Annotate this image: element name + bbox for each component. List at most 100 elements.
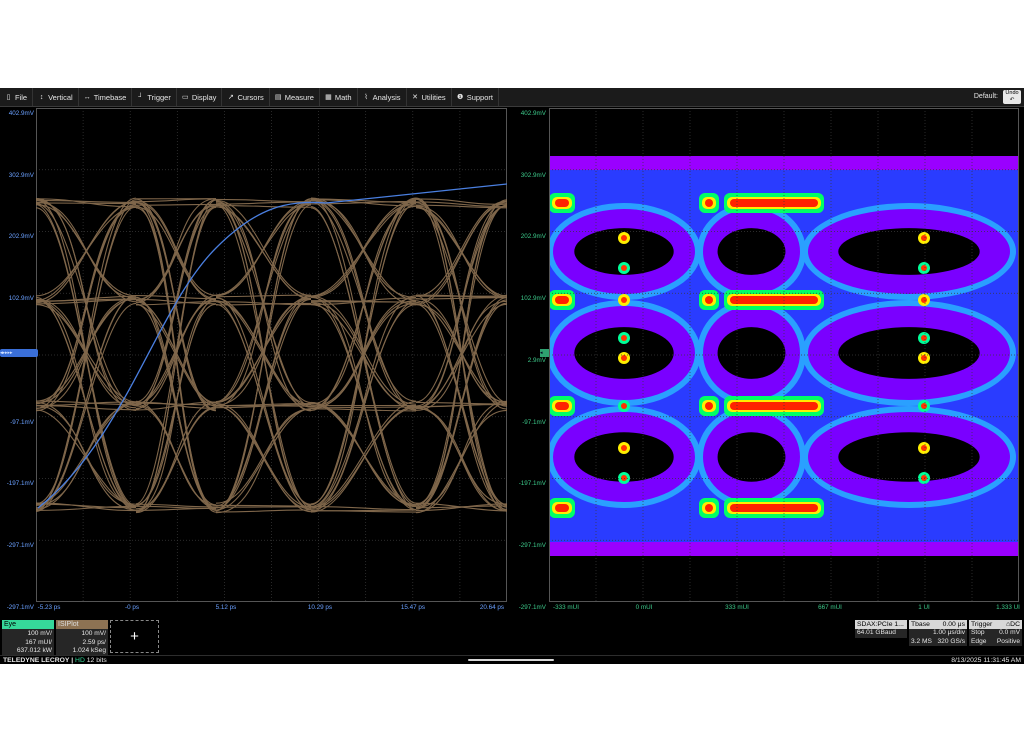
undo-button[interactable]: Undo ↶ [1003, 90, 1021, 104]
sdax-baud-rate: 64.01 GBaud [857, 629, 896, 636]
y-tick-label: -197.1mV [6, 480, 34, 488]
timebase-title: Tbase [911, 621, 930, 628]
menu-label: Cursors [237, 92, 264, 102]
eye-diagram-canvas [549, 108, 1019, 602]
x-tick-label: 20.64 ps [479, 604, 505, 611]
default-label: Default: [973, 93, 998, 100]
scroll-indicator[interactable] [468, 659, 554, 661]
x-tick-label: -333 mUI [553, 604, 579, 611]
menu-label: Utilities [421, 92, 446, 102]
timebase-samples: 3.2 MS [911, 637, 932, 645]
menu-label: Display [191, 92, 217, 102]
analysis-icon: ⌇ [364, 93, 368, 101]
eye-descriptor-title: Eye [2, 620, 54, 629]
trigger-title: Trigger [971, 621, 993, 628]
timebase-per-div: 1.00 μs/div [932, 629, 965, 636]
isi-trace [215, 294, 312, 298]
y-tick-label: 2.9mV [527, 356, 546, 364]
y-tick-label: 202.9mV [8, 233, 34, 241]
menu-bar: ▯ File ↕ Vertical ↔ Timebase ┘ Trigger ▭ Display ↗… [0, 88, 1024, 107]
y-tick-label: 302.9mV [8, 171, 34, 179]
y-tick-label: 402.9mV [520, 110, 546, 117]
isi-trace [215, 203, 312, 296]
trigger-coupling: ⌂DC [1006, 621, 1020, 628]
status-bar: TELEDYNE LECROY | HD 12 bits 8/13/2025 1… [0, 655, 1024, 664]
x-tick-label: -0 ps [125, 604, 139, 611]
isiplot-vertical-scale: 100 mV/ [81, 630, 106, 637]
menu-label: Measure [284, 92, 314, 102]
trigger-slope: Positive [996, 637, 1020, 645]
trigger-descriptor-box[interactable]: Trigger ⌂DC Stop 0.0 mV Edge Positive [969, 620, 1022, 646]
menu-vertical[interactable]: ↕ Vertical [33, 88, 79, 106]
isi-plot-grid[interactable] [36, 108, 507, 602]
menu-label: Support [466, 92, 493, 102]
menu-display[interactable]: ▭ Display [177, 88, 223, 106]
eye-vertical-scale: 100 mV/ [27, 630, 52, 637]
sdax-title: SDAX:PCIe 1... [855, 620, 907, 629]
eye-diagram-grid[interactable] [549, 108, 1019, 602]
trigger-type: Edge [971, 637, 987, 645]
vertical-icon: ↕ [39, 93, 44, 101]
menu-cursors[interactable]: ↗ Cursors [222, 88, 270, 106]
menu-label: Math [334, 92, 352, 102]
y-tick-label: -97.1mV [10, 418, 34, 426]
isi-trace [415, 204, 507, 403]
menu-math[interactable]: ▦ Math [320, 88, 358, 106]
math-icon: ▦ [325, 93, 332, 101]
timebase-delay: 0.00 μs [942, 621, 965, 628]
isi-trace [36, 199, 137, 512]
trigger-mode: Stop [971, 629, 985, 636]
isi-trace [310, 505, 417, 511]
eye-horizontal-scale: 167 mUI/ [25, 638, 52, 646]
y-tick-label: -97.1mV [522, 418, 546, 426]
y-tick-label: -197.1mV [518, 480, 546, 488]
measure-icon: ▤ [274, 93, 282, 101]
y-tick-label: -297.1mV [6, 603, 34, 611]
x-tick-label: 1 UI [918, 604, 930, 611]
isi-trace [215, 408, 312, 504]
y-tick-label: 402.9mV [8, 110, 34, 117]
menu-support[interactable]: ❶ Support [452, 88, 499, 106]
isi-trace [415, 202, 507, 305]
brand-logo: TELEDYNE LECROY | HD 12 bits [3, 657, 107, 664]
y-tick-label: 302.9mV [520, 171, 546, 179]
timebase-icon: ↔ [83, 93, 91, 101]
trigger-level-marker[interactable]: ◂▸▸▸▸ [0, 349, 38, 357]
hd-badge: HD [75, 657, 85, 664]
menu-file[interactable]: ▯ File [0, 88, 34, 106]
y-tick-label: -297.1mV [6, 541, 34, 549]
isi-trace [135, 401, 217, 510]
x-tick-label: -5.23 ps [37, 604, 61, 611]
menu-label: Trigger [147, 92, 171, 102]
y-tick-label: -297.1mV [518, 603, 546, 611]
menu-label: Timebase [93, 92, 127, 102]
menu-label: Analysis [372, 92, 401, 102]
y-tick-label: 202.9mV [520, 233, 546, 241]
menu-utilities[interactable]: ✕ Utilities [407, 88, 452, 106]
menu-analysis[interactable]: ⌇ Analysis [358, 88, 407, 106]
undo-label: Undo [1005, 90, 1019, 96]
isiplot-descriptor-title: ISIPlot [56, 620, 108, 629]
timebase-sample-rate: 320 GS/s [937, 637, 966, 645]
sdax-descriptor-box[interactable]: SDAX:PCIe 1... 64.01 GBaud [855, 620, 907, 638]
display-icon: ▭ [182, 93, 189, 101]
utilities-icon: ✕ [412, 93, 418, 101]
trigger-icon: ┘ [138, 93, 144, 101]
menu-timebase[interactable]: ↔ Timebase [79, 88, 133, 106]
menu-trigger[interactable]: ┘ Trigger [132, 88, 177, 106]
isiplot-horizontal-scale: 2.59 ps/ [82, 638, 106, 646]
date-time: 8/13/2025 11:31:45 AM [951, 657, 1021, 664]
timebase-descriptor-box[interactable]: Tbase 0.00 μs 1.00 μs/div 3.2 MS 320 GS/s [909, 620, 967, 646]
menu-measure[interactable]: ▤ Measure [270, 88, 320, 106]
eye-descriptor-box[interactable]: Eye 100 mV/ 167 mUI/ 637.012 kW [2, 620, 54, 657]
isi-plot-canvas [36, 108, 507, 602]
x-tick-label: 333 mUI [725, 604, 749, 611]
channel-offset-marker[interactable]: ◂ [540, 349, 549, 357]
bit-depth: 12 bits [86, 657, 107, 664]
isi-trace [135, 507, 217, 511]
isiplot-descriptor-box[interactable]: ISIPlot 100 mV/ 2.59 ps/ 1.024 kSeg [56, 620, 108, 657]
add-trace-button[interactable]: + [110, 620, 159, 653]
isi-trace [36, 199, 137, 203]
file-icon: ▯ [6, 93, 11, 101]
oscilloscope-screen: ▯ File ↕ Vertical ↔ Timebase ┘ Trigger ▭ Display ↗… [0, 88, 1024, 664]
